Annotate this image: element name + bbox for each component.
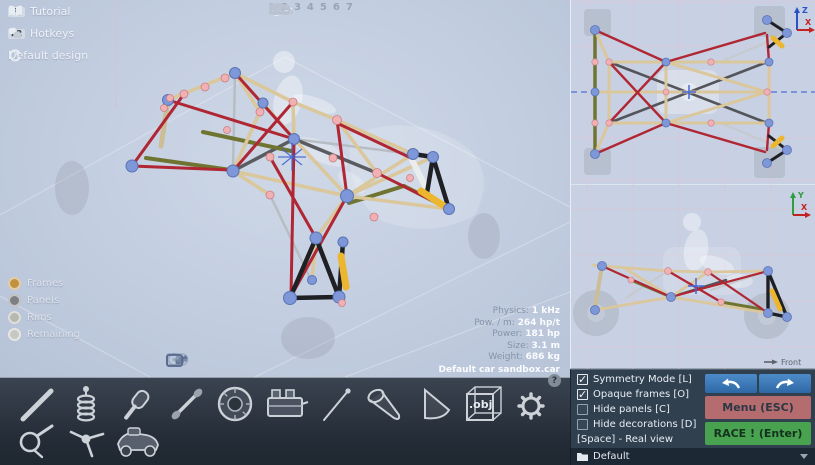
ortho-side-canvas: Y X Front (571, 185, 815, 369)
legend-remaining[interactable]: Remaining (8, 328, 80, 341)
design-file-dropdown[interactable]: Default (570, 448, 815, 465)
folder-icon (576, 451, 589, 462)
default-design-button[interactable]: Default design (8, 49, 88, 62)
hub-joint-part-icon[interactable] (66, 422, 110, 460)
spring-part-icon[interactable] (64, 382, 108, 426)
remaining-color-dot (8, 328, 21, 341)
power-label: Power: (492, 329, 522, 339)
power-per-mass-label: Pow. / m: (474, 318, 515, 328)
book-icon (8, 5, 23, 17)
control-panel: ✓ Symmetry Mode [L] ✓ Opaque frames [O] … (570, 369, 815, 448)
wheel-part-icon[interactable] (213, 382, 257, 426)
cone-panel-part-icon[interactable] (362, 383, 410, 427)
reset-icon (8, 49, 22, 62)
legend-frames[interactable]: Frames (8, 277, 80, 290)
chevron-down-icon (800, 454, 808, 459)
monitor-plug-icon (268, 2, 292, 17)
view-button-7[interactable]: 7 (346, 2, 353, 13)
front-label: Front (781, 358, 801, 367)
parts-toolbar: .obj (0, 377, 570, 465)
selected-design-name: Default (593, 451, 800, 462)
hotkeys-icon (8, 27, 23, 39)
action-buttons: Menu (ESC) RACE ! (Enter) (705, 374, 811, 448)
physics-label: Physics: (493, 306, 529, 316)
legend-panels[interactable]: Panels (8, 294, 80, 307)
axis-gizmo-side: Y X (790, 191, 811, 218)
redo-button[interactable] (759, 374, 811, 393)
size-value: 3.1 m (532, 341, 560, 351)
view-button-5[interactable]: 5 (320, 2, 327, 13)
obj-label: .obj (469, 398, 492, 411)
ortho-top-view[interactable]: Z X (570, 0, 815, 185)
visible-icon[interactable] (166, 352, 182, 367)
engine-part-icon[interactable] (262, 384, 310, 426)
truss-side (593, 265, 787, 317)
ortho-top-canvas: Z X (571, 0, 815, 185)
main-3d-viewport[interactable]: F1 Tutorial F2 Hotkeys Default design 1 … (0, 0, 570, 377)
loop-tool-part-icon[interactable] (16, 420, 60, 460)
axis-x-label: X (801, 203, 808, 212)
race-button[interactable]: RACE ! (Enter) (705, 422, 811, 445)
legend-rims[interactable]: Rims (8, 311, 80, 324)
axis-gizmo-top: Z X (794, 6, 815, 33)
connecting-rod-part-icon[interactable] (165, 382, 209, 426)
camera-view-buttons: 1 2 3 4 5 6 7 (268, 2, 367, 13)
checkbox[interactable]: ✓ (577, 389, 588, 400)
undo-icon (720, 377, 742, 390)
checkbox[interactable] (577, 404, 588, 415)
car-filename: Default car sandbox.car (439, 365, 560, 377)
physics-value: 1 kHz (532, 306, 560, 316)
gear-part-icon[interactable] (516, 391, 546, 421)
axis-z-label: Z (802, 6, 808, 15)
thin-rod-part-icon[interactable] (314, 383, 358, 427)
rims-color-dot (8, 311, 21, 324)
size-label: Size: (507, 341, 529, 351)
checkbox[interactable] (577, 419, 588, 430)
help-button[interactable]: ? (548, 374, 561, 387)
redo-icon (774, 377, 796, 390)
tutorial-label: Tutorial (30, 5, 70, 18)
weight-label: Weight: (488, 352, 522, 362)
axis-x-label: X (805, 18, 812, 27)
undo-button[interactable] (705, 374, 757, 393)
view-button-3[interactable]: 3 (294, 2, 301, 13)
frames-color-dot (8, 277, 21, 290)
truss-beams (132, 73, 449, 298)
vehicle-stats: Physics: 1 kHz Pow. / m: 264 hp/t Power:… (439, 306, 560, 376)
panels-color-dot (8, 294, 21, 307)
triangle-panel-part-icon[interactable] (413, 384, 457, 426)
front-direction: Front (764, 358, 801, 367)
app-window: F1 Tutorial F2 Hotkeys Default design 1 … (0, 0, 815, 465)
ortho-side-view[interactable]: Y X Front (570, 185, 815, 369)
view-button-4[interactable]: 4 (307, 2, 314, 13)
power-per-mass-value: 264 hp/t (518, 318, 560, 328)
view-button-6[interactable]: 6 (333, 2, 340, 13)
piston-part-icon[interactable] (114, 383, 158, 427)
ghost-driver (663, 213, 753, 295)
axis-y-label: Y (797, 191, 804, 200)
tutorial-button[interactable]: F1 Tutorial (8, 5, 70, 18)
material-legend: Frames Panels Rims Remaining (8, 277, 80, 345)
toy-car-part-icon[interactable] (112, 422, 164, 460)
hotkeys-label: Hotkeys (30, 27, 74, 40)
menu-button[interactable]: Menu (ESC) (705, 396, 811, 419)
hotkeys-button[interactable]: F2 Hotkeys (8, 27, 74, 40)
weight-value: 686 kg (526, 352, 560, 362)
checkbox[interactable]: ✓ (577, 374, 588, 385)
import-obj-part-icon[interactable]: .obj (461, 382, 507, 430)
power-value: 181 hp (525, 329, 560, 339)
